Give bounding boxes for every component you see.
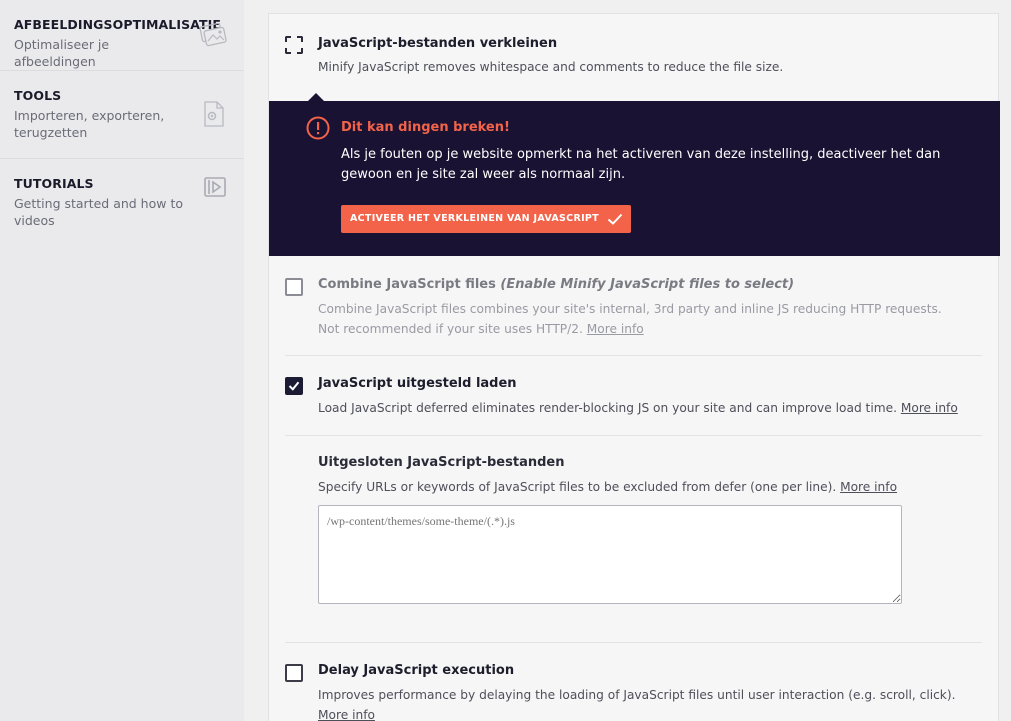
defer-js-description: Load JavaScript deferred eliminates rend… — [318, 398, 958, 418]
sidebar-item-subtitle: Optimaliseer je afbeeldingen — [14, 37, 110, 69]
minify-js-checkbox[interactable] — [285, 36, 303, 54]
settings-panel: JavaScript-bestanden verkleinen Minify J… — [268, 13, 1000, 721]
defer-js-checkbox[interactable] — [285, 377, 303, 395]
sidebar: AFBEELDINGSOPTIMALISATIE Optimaliseer je… — [0, 0, 244, 721]
defer-js-option: JavaScript uitgesteld laden Load JavaScr… — [285, 375, 982, 420]
combine-js-label-text: Combine JavaScript files — [318, 277, 496, 292]
delay-js-label: Delay JavaScript execution — [318, 663, 515, 678]
sidebar-item-image-optimization[interactable]: AFBEELDINGSOPTIMALISATIE Optimaliseer je… — [0, 0, 244, 71]
image-optimization-icon — [198, 20, 228, 53]
warning-icon — [306, 116, 330, 145]
excluded-js-label: Uitgesloten JavaScript-bestanden — [318, 455, 565, 470]
tools-file-icon — [204, 101, 224, 132]
checkmark-icon — [607, 213, 623, 225]
combine-js-description: Combine JavaScript files combines your s… — [318, 299, 963, 339]
sidebar-item-subtitle: Getting started and how to videos — [14, 196, 184, 228]
combine-js-label: Combine JavaScript files (Enable Minify … — [318, 277, 794, 292]
warning-title: Dit kan dingen breken! — [341, 120, 510, 135]
divider — [285, 642, 982, 643]
delay-js-more-info-link[interactable]: More info — [318, 708, 375, 721]
combine-js-note: (Enable Minify JavaScript files to selec… — [500, 277, 795, 292]
warning-banner: Dit kan dingen breken! Als je fouten op … — [269, 101, 1000, 256]
minify-js-label: JavaScript-bestanden verkleinen — [318, 36, 558, 51]
excluded-js-description: Specify URLs or keywords of JavaScript f… — [318, 477, 897, 497]
excluded-js-option: Uitgesloten JavaScript-bestanden Specify… — [285, 454, 982, 504]
warning-text: Als je fouten op je website opmerkt na h… — [341, 147, 941, 182]
defer-js-more-info-link[interactable]: More info — [901, 401, 958, 415]
combine-js-option: Combine JavaScript files (Enable Minify … — [285, 276, 982, 346]
excluded-js-textarea[interactable] — [318, 505, 902, 604]
activate-minify-js-button[interactable]: ACTIVEER HET VERKLEINEN VAN JAVASCRIPT — [341, 205, 631, 233]
delay-js-option: Delay JavaScript execution Improves perf… — [285, 662, 982, 721]
check-icon — [288, 381, 300, 391]
activate-button-label: ACTIVEER HET VERKLEINEN VAN JAVASCRIPT — [350, 213, 599, 224]
sidebar-item-title: TOOLS — [14, 88, 62, 103]
defer-js-label: JavaScript uitgesteld laden — [318, 376, 517, 391]
sidebar-item-tutorials[interactable]: TUTORIALS Getting started and how to vid… — [0, 159, 244, 249]
video-play-icon — [204, 177, 226, 202]
sidebar-item-subtitle: Importeren, exporteren, terugzetten — [14, 108, 165, 140]
defer-js-description-text: Load JavaScript deferred eliminates rend… — [318, 401, 897, 415]
delay-js-checkbox[interactable] — [285, 664, 303, 682]
delay-js-description: Improves performance by delaying the loa… — [318, 685, 968, 721]
divider — [285, 355, 982, 356]
excluded-js-description-text: Specify URLs or keywords of JavaScript f… — [318, 480, 837, 494]
combine-js-checkbox[interactable] — [285, 278, 303, 296]
sidebar-item-title: TUTORIALS — [14, 176, 94, 191]
delay-js-description-text: Improves performance by delaying the loa… — [318, 688, 956, 702]
minify-js-option: JavaScript-bestanden verkleinen Minify J… — [285, 35, 982, 80]
excluded-js-more-info-link[interactable]: More info — [840, 480, 897, 494]
minify-js-description: Minify JavaScript removes whitespace and… — [318, 60, 784, 74]
divider — [285, 435, 982, 436]
sidebar-item-tools[interactable]: TOOLS Importeren, exporteren, terugzette… — [0, 71, 244, 159]
combine-js-more-info-link[interactable]: More info — [587, 322, 644, 336]
